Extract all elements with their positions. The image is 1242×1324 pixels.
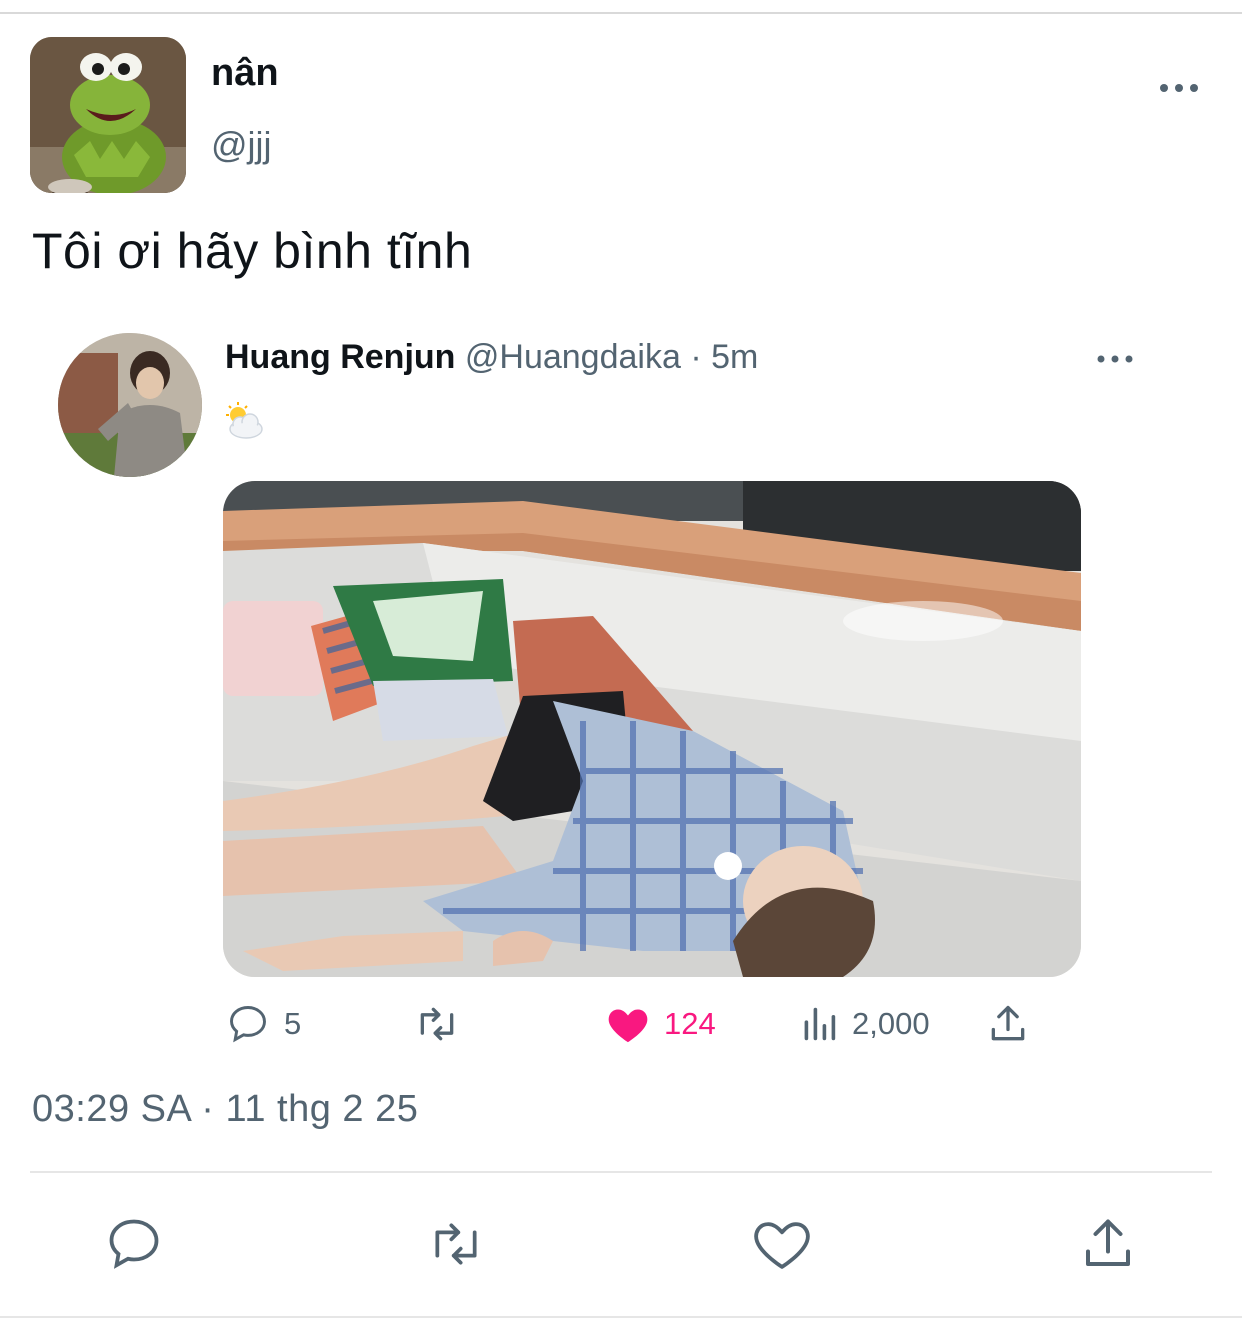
meta-separator: · [680,338,712,376]
quoted-time[interactable]: 5m [711,338,758,376]
quoted-views-count: 2,000 [852,1006,930,1041]
more-options-icon[interactable] [1152,70,1206,106]
like-button[interactable] [750,1212,814,1276]
author-avatar[interactable] [30,37,186,193]
photo-illustration [223,481,1081,977]
quoted-more-options-icon[interactable] [1090,344,1140,374]
kermit-avatar-icon [30,37,186,193]
author-name[interactable]: nân [211,52,279,95]
sun-behind-cloud-icon [222,401,266,441]
quoted-views-button[interactable]: 2,000 [800,1000,930,1048]
quoted-header: Huang Renjun @Huangdaika · 5m [225,338,758,377]
quoted-reply-button[interactable]: 5 [226,1000,301,1048]
heart-filled-icon [608,1009,648,1043]
quoted-retweet-button[interactable] [412,1000,462,1048]
share-icon [1086,1219,1130,1266]
tweet-text: Tôi ơi hãy bình tĩnh [32,223,473,279]
share-icon [991,1005,1025,1041]
quoted-reply-count: 5 [284,1006,302,1041]
reply-icon [230,1006,266,1043]
reply-icon [109,1219,159,1269]
tweet-timestamp[interactable]: 03:29 SA · 11 thg 2 25 [32,1088,418,1131]
author-handle[interactable]: @jjj [211,124,272,166]
quoted-author-name[interactable]: Huang Renjun [225,338,455,376]
share-button[interactable] [1076,1212,1140,1276]
heart-icon [754,1222,810,1269]
quoted-like-button[interactable]: 124 [606,1000,716,1048]
quoted-like-count: 124 [664,1006,716,1041]
quoted-author-avatar[interactable] [58,333,202,477]
retweet-icon [420,1007,454,1041]
quoted-share-button[interactable] [986,1000,1030,1048]
quoted-author-handle[interactable]: @Huangdaika [465,338,681,376]
quoted-media-image[interactable] [223,481,1081,977]
views-icon [804,1007,836,1041]
divider [30,1171,1212,1173]
reply-button[interactable] [102,1212,166,1276]
retweet-button[interactable] [424,1212,488,1276]
person-avatar-icon [58,333,202,477]
top-divider [0,12,1242,14]
bottom-divider [0,1316,1242,1318]
retweet-icon [435,1223,477,1265]
